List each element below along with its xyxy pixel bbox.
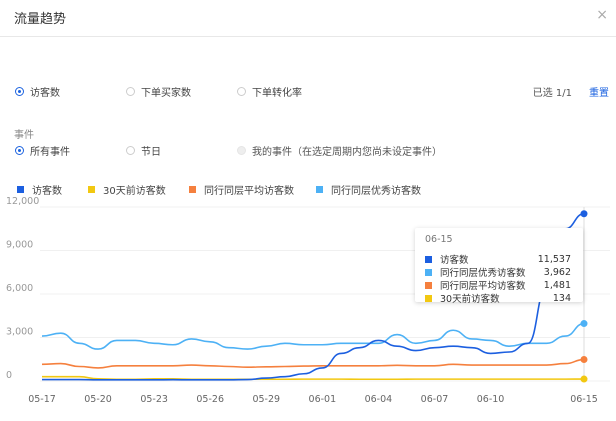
- data-point: [580, 210, 588, 218]
- metric-radio-buyers[interactable]: 下单买家数: [126, 84, 191, 99]
- y-tick-label: 6,000: [6, 283, 33, 294]
- x-tick-label: 06-01: [309, 394, 337, 405]
- radio-label: 我的事件（在选定周期内您尚未设定事件）: [252, 147, 442, 158]
- x-tick-label: 06-15: [570, 394, 598, 405]
- tooltip-row: 同行同层优秀访客数 3,962: [425, 265, 571, 279]
- data-point: [580, 375, 588, 383]
- tooltip-row: 访客数 11,537: [425, 252, 571, 266]
- selected-count: 已选 1/1: [532, 88, 572, 99]
- radio-label: 访客数: [30, 88, 60, 99]
- metric-radio-conversion[interactable]: 下单转化率: [237, 84, 302, 99]
- tooltip-value: 134: [552, 292, 571, 304]
- reset-link[interactable]: 重置: [589, 84, 609, 99]
- legend-swatch: [316, 186, 323, 193]
- series-line: [42, 375, 585, 381]
- tooltip-row: 30天前访客数 134: [425, 291, 571, 305]
- x-tick-label: 05-17: [28, 394, 56, 405]
- radio-icon: [126, 87, 135, 96]
- divider: [0, 36, 616, 37]
- x-tick-label: 05-29: [252, 394, 280, 405]
- tooltip-value: 3,962: [543, 266, 571, 278]
- close-icon[interactable]: ×: [596, 7, 608, 23]
- tooltip-date: 06-15: [425, 234, 453, 245]
- y-tick-label: 9,000: [6, 240, 33, 251]
- legend-swatch: [189, 186, 196, 193]
- y-tick-label: 3,000: [6, 327, 33, 338]
- data-point: [580, 356, 588, 364]
- event-radio-holiday[interactable]: 节日: [126, 143, 161, 158]
- x-tick-label: 06-07: [421, 394, 449, 405]
- tooltip-value: 11,537: [537, 253, 571, 265]
- radio-icon: [126, 146, 135, 155]
- radio-checked-icon: [15, 87, 24, 96]
- tooltip-series: 访客数: [440, 255, 469, 266]
- radio-disabled-icon: [237, 146, 246, 155]
- tooltip: 06-15 访客数 11,537 同行同层优秀访客数 3,962 同行同层平均访客数 1,…: [415, 228, 583, 305]
- tooltip-swatch: [425, 268, 432, 276]
- x-tick-label: 05-20: [84, 394, 112, 405]
- data-point: [580, 320, 588, 328]
- x-tick-label: 05-23: [140, 394, 168, 405]
- tooltip-row: 同行同层平均访客数 1,481: [425, 278, 571, 292]
- event-radio-all[interactable]: 所有事件: [15, 143, 70, 158]
- radio-label: 节日: [141, 147, 161, 158]
- radio-label: 所有事件: [30, 147, 70, 158]
- tooltip-swatch: [425, 255, 432, 263]
- radio-icon: [237, 87, 246, 96]
- radio-label: 下单买家数: [141, 88, 191, 99]
- legend-swatch: [88, 186, 95, 193]
- y-tick-label: 0: [6, 370, 12, 381]
- series-line: [41, 358, 585, 369]
- legend-swatch: [17, 186, 24, 193]
- tooltip-value: 1,481: [543, 279, 571, 291]
- tooltip-series: 同行同层平均访客数: [440, 281, 526, 292]
- series-line: [41, 322, 585, 350]
- tooltip-swatch: [425, 281, 432, 289]
- radio-checked-icon: [15, 146, 24, 155]
- x-tick-label: 05-26: [196, 394, 224, 405]
- y-tick-label: 12,000: [6, 196, 39, 207]
- tooltip-series: 30天前访客数: [440, 294, 500, 305]
- panel-title: 流量趋势: [14, 12, 67, 27]
- metric-radio-visitors[interactable]: 访客数: [15, 84, 60, 99]
- events-label: 事件: [14, 130, 34, 141]
- tooltip-swatch: [425, 294, 432, 302]
- x-tick-label: 06-10: [477, 394, 505, 405]
- x-tick-label: 06-04: [365, 394, 393, 405]
- event-radio-mine: 我的事件（在选定周期内您尚未设定事件）: [237, 143, 442, 158]
- tooltip-series: 同行同层优秀访客数: [440, 268, 526, 279]
- radio-label: 下单转化率: [252, 88, 302, 99]
